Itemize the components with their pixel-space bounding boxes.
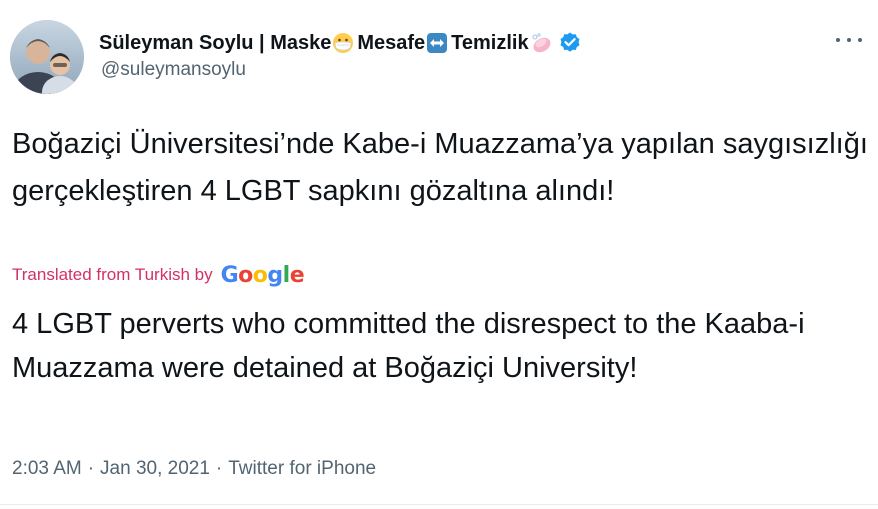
avatar[interactable] xyxy=(10,20,84,94)
more-dot xyxy=(858,38,862,42)
tweet-date-link[interactable]: Jan 30, 2021 xyxy=(100,458,210,479)
divider xyxy=(0,504,878,505)
author-name-part[interactable]: Temizlik xyxy=(451,32,528,55)
meta-separator: · xyxy=(215,458,223,479)
translation-attribution: Translated from Turkish by Google xyxy=(12,262,305,288)
more-dot xyxy=(836,38,840,42)
author-name-part[interactable]: Süleyman Soylu | Maske xyxy=(99,32,331,55)
tweet-original-text: Boğaziçi Üniversitesi’nde Kabe-i Muazzam… xyxy=(12,128,868,207)
soap-icon xyxy=(530,32,552,54)
verified-badge-icon xyxy=(558,31,582,55)
tweet-card: Süleyman Soylu | Maske Mesafe Temizlik @… xyxy=(0,0,878,509)
translated-label: Translated from Turkish by xyxy=(12,265,213,284)
meta-separator: · xyxy=(87,458,95,479)
more-dot xyxy=(847,38,851,42)
tweet-metadata: 2:03 AM · Jan 30, 2021 · Twitter for iPhone xyxy=(12,458,376,480)
tweet-translated-text: 4 LGBT perverts who committed the disres… xyxy=(12,308,805,384)
more-options-icon[interactable] xyxy=(836,30,862,50)
author-name-row[interactable]: Süleyman Soylu | Maske Mesafe Temizlik xyxy=(99,30,582,56)
google-logo: Google xyxy=(220,262,305,288)
face-with-medical-mask-icon xyxy=(332,32,354,54)
left-right-arrow-icon xyxy=(426,32,448,54)
avatar-photo-icon xyxy=(10,20,84,94)
tweet-source-link[interactable]: Twitter for iPhone xyxy=(228,458,376,479)
author-handle[interactable]: @suleymansoylu xyxy=(101,59,246,81)
author-name-part[interactable]: Mesafe xyxy=(357,32,425,55)
tweet-time-link[interactable]: 2:03 AM xyxy=(12,458,82,479)
